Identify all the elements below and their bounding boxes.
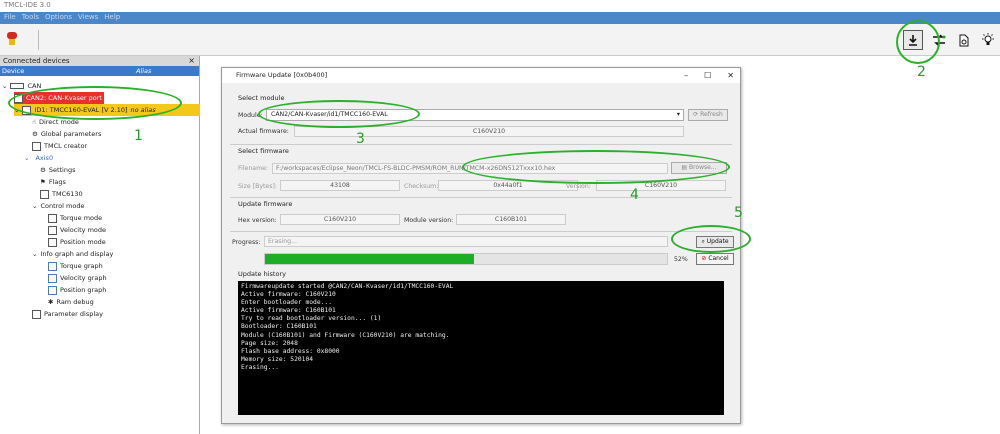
- grid-icon: [48, 237, 57, 247]
- can-icon: [10, 83, 25, 89]
- document-search-icon[interactable]: [954, 30, 974, 50]
- annotation-oval-3: [258, 100, 420, 128]
- progress-bar: [264, 253, 668, 265]
- tree-header: Device Alias: [0, 66, 199, 76]
- module-version-value: C160B101: [456, 214, 566, 225]
- annotation-2: 2: [917, 64, 926, 80]
- menu-bar: File Tools Options Views Help: [0, 12, 1000, 24]
- annotation-4: 4: [630, 187, 639, 203]
- cancel-button[interactable]: ⊘ Cancel: [696, 253, 734, 265]
- minimize-icon[interactable]: –: [684, 68, 688, 83]
- annotation-1: 1: [134, 128, 143, 144]
- tree-item-info-graph[interactable]: ⌄ Info graph and display: [32, 248, 113, 260]
- tree-item-tmcl-creator[interactable]: TMCL creator: [32, 140, 87, 152]
- tree-item-tmc6130[interactable]: TMC6130: [40, 188, 83, 200]
- refresh-button[interactable]: ⟳ Refresh: [688, 109, 728, 121]
- table-icon: [32, 309, 41, 319]
- divider: [230, 144, 732, 145]
- update-firmware-heading: Update firmware: [238, 200, 293, 208]
- tree-item-flags[interactable]: ⚑ Flags: [40, 176, 66, 188]
- chevron-down-icon[interactable]: ⌄: [32, 200, 37, 212]
- tree-item-position-graph[interactable]: Position graph: [48, 284, 106, 296]
- tree-item-axis0[interactable]: ⌄ Axis0: [24, 152, 53, 164]
- dialog-titlebar: Firmware Update [0x0b400] – ☐ ✕: [222, 68, 740, 83]
- gear-icon: ⚙: [40, 166, 46, 174]
- toolbar: [0, 24, 1000, 56]
- bug-icon: ✱: [48, 298, 54, 306]
- column-alias[interactable]: Alias: [136, 66, 151, 76]
- menu-help[interactable]: Help: [104, 13, 120, 23]
- divider: [230, 231, 732, 232]
- window-title: TMCL-IDE 3.0: [0, 0, 1000, 12]
- tree-item-torque-graph[interactable]: Torque graph: [48, 260, 103, 272]
- maximize-icon[interactable]: ☐: [704, 68, 711, 83]
- chevron-down-icon[interactable]: ⌄: [32, 248, 37, 260]
- grid-icon: [48, 225, 57, 235]
- cancel-icon: ⊘: [701, 255, 707, 262]
- progress-percent: 52%: [674, 256, 688, 263]
- tree-item-parameter-display[interactable]: Parameter display: [32, 308, 103, 320]
- tree-item-velocity-graph[interactable]: Velocity graph: [48, 272, 107, 284]
- panel-title: Connected devices: [3, 57, 70, 65]
- stop-icon[interactable]: [6, 32, 18, 46]
- graph-icon: [48, 273, 57, 283]
- hex-version-value: C160V210: [280, 214, 400, 225]
- annotation-oval-1: [8, 86, 182, 120]
- update-history-log: Firmwareupdate started @CAN2/CAN-Kvaser/…: [238, 281, 724, 415]
- dialog-title: Firmware Update [0x0b400]: [236, 71, 328, 79]
- hand-icon: ☝: [32, 118, 36, 126]
- close-icon[interactable]: ✕: [727, 68, 734, 83]
- annotation-oval-5: [671, 225, 751, 253]
- chevron-down-icon[interactable]: ⌄: [24, 152, 29, 164]
- menu-tools[interactable]: Tools: [22, 13, 39, 23]
- chevron-down-icon[interactable]: ⌄: [2, 80, 7, 92]
- divider: [230, 197, 732, 198]
- flag-icon: ⚑: [40, 178, 46, 186]
- annotation-oval-2: [896, 20, 940, 64]
- size-label: Size [Bytes]:: [238, 183, 277, 190]
- menu-views[interactable]: Views: [78, 13, 98, 23]
- gear-icon: ⚙: [32, 130, 38, 138]
- tree-item-ram-debug[interactable]: ✱ Ram debug: [48, 296, 94, 308]
- annotation-3: 3: [356, 131, 365, 147]
- chip-icon: [40, 189, 49, 199]
- hex-version-label: Hex version:: [238, 217, 277, 224]
- checksum-label: Checksum:: [404, 183, 439, 190]
- progress-label: Progress:: [232, 239, 261, 246]
- select-firmware-heading: Select firmware: [238, 147, 289, 155]
- annotation-5: 5: [734, 205, 743, 221]
- graph-icon: [48, 285, 57, 295]
- menu-file[interactable]: File: [4, 13, 16, 23]
- close-icon[interactable]: ×: [188, 56, 195, 66]
- tree-item-settings[interactable]: ⚙ Settings: [40, 164, 76, 176]
- tree-item-position-mode[interactable]: Position mode: [48, 236, 106, 248]
- grid-icon: [48, 213, 57, 223]
- update-history-heading: Update history: [238, 270, 286, 278]
- panel-header: Connected devices ×: [0, 56, 199, 66]
- select-module-heading: Select module: [238, 94, 285, 102]
- progress-status: Erasing...: [264, 236, 668, 247]
- actual-firmware-label: Actual firmware:: [238, 128, 289, 135]
- annotation-oval-4: [462, 150, 730, 184]
- tree-item-torque-mode[interactable]: Torque mode: [48, 212, 102, 224]
- document-icon: [32, 141, 41, 151]
- refresh-icon: ⟳: [693, 111, 699, 118]
- menu-options[interactable]: Options: [45, 13, 72, 23]
- filename-label: Filename:: [238, 165, 268, 172]
- chevron-down-icon: ▾: [676, 111, 680, 118]
- progress-fill: [265, 254, 475, 264]
- module-version-label: Module version:: [404, 217, 454, 224]
- tree-item-control-mode[interactable]: ⌄ Control mode: [32, 200, 84, 212]
- tree-item-velocity-mode[interactable]: Velocity mode: [48, 224, 106, 236]
- lightbulb-icon[interactable]: [978, 30, 998, 50]
- size-value: 43108: [280, 180, 400, 191]
- column-device[interactable]: Device: [2, 67, 24, 75]
- version-label: Version:: [566, 183, 591, 190]
- tree-item-global-parameters[interactable]: ⚙ Global parameters: [32, 128, 101, 140]
- graph-icon: [48, 261, 57, 271]
- toolbar-separator: [38, 30, 39, 50]
